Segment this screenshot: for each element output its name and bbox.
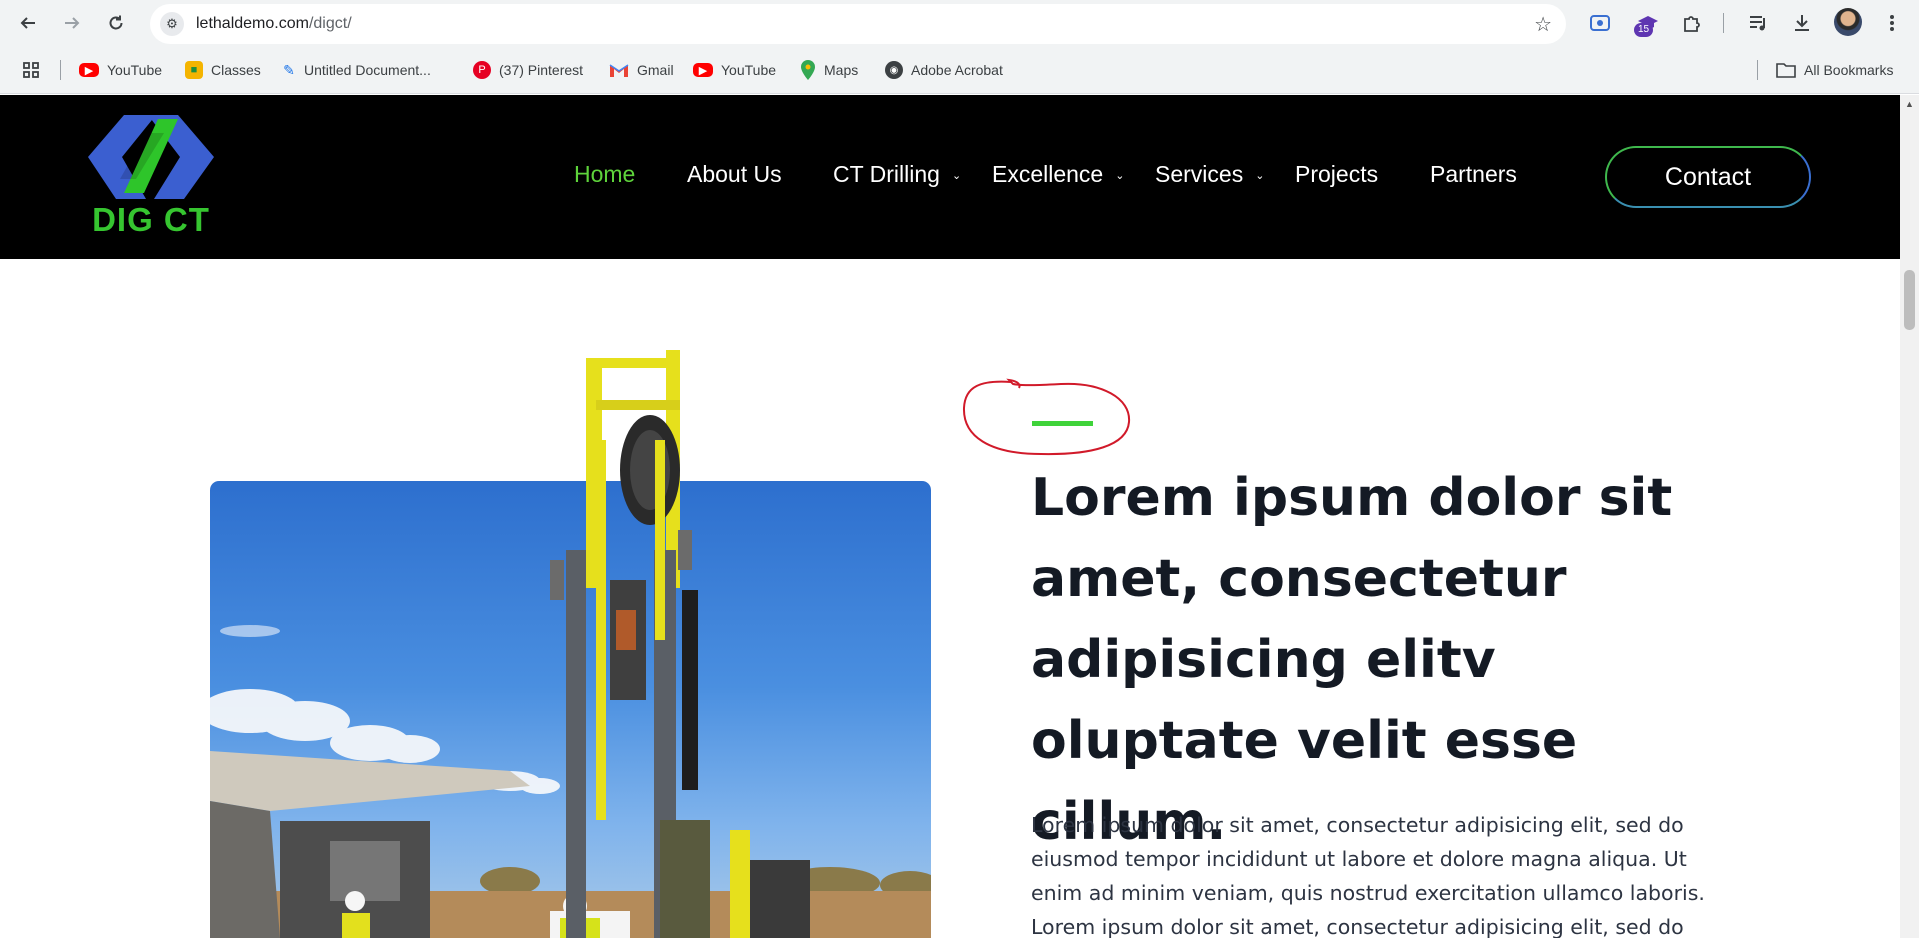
section-paragraph: Lorem ipsum dolor sit amet, consectetur … xyxy=(1031,813,1705,938)
bookmarks-divider xyxy=(60,60,61,80)
nav-label: Partners xyxy=(1430,161,1517,187)
bookmark-maps[interactable]: Maps xyxy=(800,58,858,82)
acrobat-icon: ◉ xyxy=(885,61,903,79)
browser-toolbar: ⚙ lethaldemo.com/digct/ ☆ 15 xyxy=(0,0,1919,46)
media-queue-icon[interactable] xyxy=(1744,9,1772,37)
nav-label: Home xyxy=(574,161,636,187)
url-text[interactable]: lethaldemo.com/digct/ xyxy=(196,15,352,33)
bookmark-untitled-document[interactable]: ✎ Untitled Document... xyxy=(282,58,431,82)
logo-mark-icon xyxy=(88,115,214,199)
nav-label: CT Drilling xyxy=(833,161,940,187)
chevron-down-icon: ⌄ xyxy=(1255,170,1265,182)
site-logo[interactable]: DIG CT xyxy=(86,113,216,241)
all-bookmarks[interactable]: All Bookmarks xyxy=(1776,58,1893,82)
bookmark-label: Adobe Acrobat xyxy=(911,62,1003,78)
nav-label: Excellence xyxy=(992,161,1104,187)
bookmarks-divider xyxy=(1757,60,1758,80)
back-arrow-icon[interactable] xyxy=(12,7,44,39)
extension-badge: 15 xyxy=(1634,23,1654,37)
youtube-icon: ▶ xyxy=(79,63,99,77)
profile-avatar[interactable] xyxy=(1834,8,1862,36)
chevron-down-icon: ⌄ xyxy=(951,170,962,182)
download-icon[interactable] xyxy=(1788,9,1816,37)
bookmark-classes[interactable]: ■ Classes xyxy=(185,58,261,82)
nav-partners[interactable]: Partners xyxy=(1430,161,1517,188)
bookmark-label: YouTube xyxy=(107,62,163,78)
bookmark-label: Gmail xyxy=(637,62,674,78)
puzzle-extensions-icon[interactable] xyxy=(1678,9,1706,37)
kebab-menu-icon[interactable] xyxy=(1878,9,1906,37)
site-info-icon[interactable]: ⚙ xyxy=(160,12,184,36)
all-bookmarks-label: All Bookmarks xyxy=(1804,62,1894,78)
scroll-up-arrow-icon[interactable]: ▲ xyxy=(1900,99,1919,109)
contact-label: Contact xyxy=(1664,162,1752,191)
site-header: DIG CT Home About Us CT Drilling ⌄ Excel… xyxy=(0,95,1900,259)
accent-divider xyxy=(1032,421,1093,426)
drilling-rig-illustration xyxy=(550,350,810,938)
nav-about-us[interactable]: About Us xyxy=(687,161,782,188)
bookmark-gmail[interactable]: Gmail xyxy=(609,58,674,82)
address-bar[interactable]: ⚙ lethaldemo.com/digct/ ☆ xyxy=(150,4,1566,44)
bookmark-pinterest[interactable]: P (37) Pinterest xyxy=(473,58,583,82)
nav-projects[interactable]: Projects xyxy=(1295,161,1378,188)
bookmark-youtube-2[interactable]: ▶ YouTube xyxy=(693,58,776,82)
document-icon: ✎ xyxy=(283,61,295,78)
red-annotation-circle xyxy=(962,378,1131,456)
nav-excellence[interactable]: Excellence ⌄ xyxy=(992,161,1124,188)
section-headline: Lorem ipsum dolor sit amet, consectetur … xyxy=(1031,468,1673,852)
classes-icon: ■ xyxy=(185,61,203,79)
folder-icon xyxy=(1776,61,1796,79)
nav-ct-drilling[interactable]: CT Drilling ⌄ xyxy=(833,161,961,188)
apps-grid-icon[interactable] xyxy=(22,58,40,82)
reload-icon[interactable] xyxy=(100,7,132,39)
contact-button[interactable]: Contact xyxy=(1605,146,1811,208)
page-scrollbar[interactable]: ▲ xyxy=(1900,95,1919,938)
bookmarks-bar: ▶ YouTube ■ Classes ✎ Untitled Document.… xyxy=(0,46,1919,94)
bookmark-adobe-acrobat[interactable]: ◉ Adobe Acrobat xyxy=(885,58,1003,82)
gmail-icon xyxy=(609,61,629,79)
bookmark-star-icon[interactable]: ☆ xyxy=(1534,12,1552,37)
pinterest-icon: P xyxy=(473,61,491,79)
scrollbar-thumb[interactable] xyxy=(1904,270,1915,330)
chevron-down-icon: ⌄ xyxy=(1115,170,1125,182)
nav-home[interactable]: Home xyxy=(574,161,635,188)
bookmark-label: Maps xyxy=(824,62,859,78)
bookmark-label: (37) Pinterest xyxy=(499,62,584,78)
bookmark-youtube[interactable]: ▶ YouTube xyxy=(79,58,162,82)
nav-label: About Us xyxy=(687,161,782,187)
screen-capture-extension-icon[interactable] xyxy=(1586,9,1614,37)
bookmark-label: Classes xyxy=(211,62,261,78)
logo-text: DIG CT xyxy=(92,201,210,238)
maps-icon xyxy=(800,60,816,80)
nav-label: Services xyxy=(1155,161,1244,187)
nav-label: Projects xyxy=(1295,161,1379,187)
bookmark-label: YouTube xyxy=(721,62,777,78)
nav-services[interactable]: Services ⌄ xyxy=(1155,161,1264,188)
forward-arrow-icon[interactable] xyxy=(56,7,88,39)
youtube-icon: ▶ xyxy=(693,63,713,77)
toolbar-divider xyxy=(1723,13,1724,33)
bookmark-label: Untitled Document... xyxy=(304,62,431,78)
